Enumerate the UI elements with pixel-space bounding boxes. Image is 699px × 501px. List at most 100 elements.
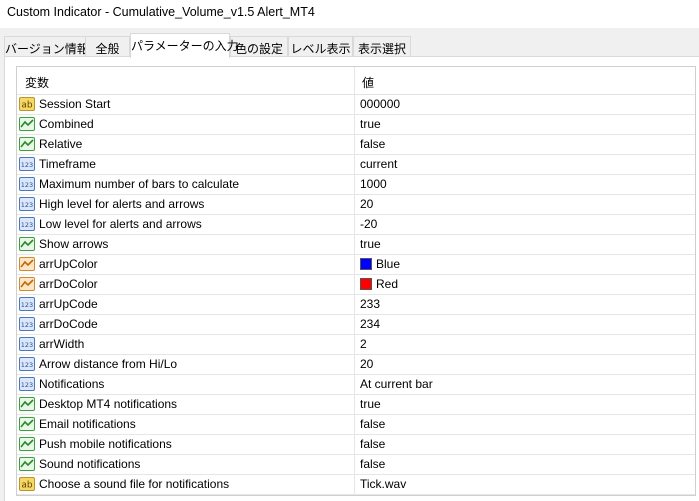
variable-cell[interactable]: 123 Maximum number of bars to calculate	[17, 175, 355, 194]
variable-cell[interactable]: ab Choose a sound file for notifications	[17, 475, 355, 494]
variable-name: Show arrows	[39, 237, 109, 251]
variable-cell[interactable]: Show arrows	[17, 235, 355, 254]
table-row[interactable]: Relative false	[17, 135, 695, 155]
value-text: 234	[360, 317, 381, 331]
table-row[interactable]: Desktop MT4 notifications true	[17, 395, 695, 415]
table-row[interactable]: arrDoColor Red	[17, 275, 695, 295]
header-divider[interactable]	[354, 67, 355, 95]
table-row[interactable]: Email notifications false	[17, 415, 695, 435]
value-cell[interactable]: Blue	[360, 257, 400, 271]
table-row[interactable]: 123 arrUpCode 233	[17, 295, 695, 315]
bool-icon	[19, 436, 35, 452]
variable-name: arrUpCode	[39, 297, 98, 311]
variable-cell[interactable]: Email notifications	[17, 415, 355, 434]
table-row[interactable]: 123 Low level for alerts and arrows -20	[17, 215, 695, 235]
value-cell[interactable]: 234	[360, 317, 380, 331]
value-cell[interactable]: false	[360, 137, 385, 151]
int-123-icon: 123	[19, 356, 35, 372]
header-variable[interactable]: 変数	[25, 74, 49, 91]
variable-name: Session Start	[39, 97, 111, 111]
svg-text:ab: ab	[21, 481, 33, 491]
table-row[interactable]: 123 Timeframe current	[17, 155, 695, 175]
tab-general[interactable]: 全般	[85, 36, 130, 57]
table-row[interactable]: arrUpColor Blue	[17, 255, 695, 275]
header-value[interactable]: 値	[362, 74, 374, 91]
table-row[interactable]: 123 High level for alerts and arrows 20	[17, 195, 695, 215]
tab-levels[interactable]: レベル表示	[288, 36, 353, 57]
value-cell[interactable]: Red	[360, 277, 398, 291]
bool-icon	[19, 416, 35, 432]
value-cell[interactable]: 20	[360, 197, 373, 211]
variable-cell[interactable]: 123 Low level for alerts and arrows	[17, 215, 355, 234]
value-cell[interactable]: true	[360, 117, 381, 131]
parameters-grid: 変数 値 ab Session Start 000000 Combined true Re…	[16, 66, 696, 496]
variable-name: Notifications	[39, 377, 105, 391]
tab-input-parameters[interactable]: パラメーターの入力	[130, 33, 239, 58]
value-cell[interactable]: 20	[360, 357, 373, 371]
table-row[interactable]: 123 arrWidth 2	[17, 335, 695, 355]
table-row[interactable]: Sound notifications false	[17, 455, 695, 475]
variable-cell[interactable]: Desktop MT4 notifications	[17, 395, 355, 414]
value-cell[interactable]: false	[360, 437, 385, 451]
table-row[interactable]: ab Session Start 000000	[17, 95, 695, 115]
variable-cell[interactable]: 123 arrUpCode	[17, 295, 355, 314]
table-row[interactable]: 123 Notifications At current bar	[17, 375, 695, 395]
table-row[interactable]: Show arrows true	[17, 235, 695, 255]
variable-cell[interactable]: 123 Timeframe	[17, 155, 355, 174]
bool-icon	[19, 236, 35, 252]
variable-cell[interactable]: 123 arrDoCode	[17, 315, 355, 334]
value-cell[interactable]: 2	[360, 337, 367, 351]
value-cell[interactable]: 1000	[360, 177, 387, 191]
int-123-icon: 123	[19, 336, 35, 352]
tab-strip: バージョン情報 全般 パラメーターの入力 色の設定 レベル表示 表示選択	[0, 33, 699, 58]
table-row[interactable]: Combined true	[17, 115, 695, 135]
ab-string-icon: ab	[19, 476, 35, 492]
variable-name: Arrow distance from Hi/Lo	[39, 357, 178, 371]
variable-cell[interactable]: ab Session Start	[17, 95, 355, 114]
value-cell[interactable]: 233	[360, 297, 380, 311]
tab-visualization[interactable]: 表示選択	[353, 36, 411, 57]
svg-text:123: 123	[21, 201, 33, 209]
table-row[interactable]: 123 Arrow distance from Hi/Lo 20	[17, 355, 695, 375]
variable-name: Choose a sound file for notifications	[39, 477, 230, 491]
variable-cell[interactable]: 123 Notifications	[17, 375, 355, 394]
ab-string-icon: ab	[19, 96, 35, 112]
table-row[interactable]: Push mobile notifications false	[17, 435, 695, 455]
value-cell[interactable]: false	[360, 417, 385, 431]
int-123-icon: 123	[19, 316, 35, 332]
value-cell[interactable]: current	[360, 157, 397, 171]
value-cell[interactable]: true	[360, 397, 381, 411]
variable-name: arrWidth	[39, 337, 85, 351]
variable-cell[interactable]: arrDoColor	[17, 275, 355, 294]
title-bar: Custom Indicator - Cumulative_Volume_v1.…	[0, 0, 699, 28]
int-123-icon: 123	[19, 196, 35, 212]
value-cell[interactable]: false	[360, 457, 385, 471]
value-text: Tick.wav	[360, 477, 407, 491]
variable-cell[interactable]: Combined	[17, 115, 355, 134]
tab-colors[interactable]: 色の設定	[230, 36, 288, 57]
bool-icon	[19, 136, 35, 152]
variable-cell[interactable]: 123 High level for alerts and arrows	[17, 195, 355, 214]
value-text: true	[360, 237, 381, 251]
variable-name: Relative	[39, 137, 83, 151]
value-cell[interactable]: At current bar	[360, 377, 433, 391]
variable-cell[interactable]: Sound notifications	[17, 455, 355, 474]
value-cell[interactable]: 000000	[360, 97, 400, 111]
value-cell[interactable]: -20	[360, 217, 377, 231]
variable-cell[interactable]: Relative	[17, 135, 355, 154]
value-cell[interactable]: Tick.wav	[360, 477, 406, 491]
table-row[interactable]: ab Choose a sound file for notifications T…	[17, 475, 695, 495]
variable-cell[interactable]: arrUpColor	[17, 255, 355, 274]
svg-text:123: 123	[21, 341, 33, 349]
value-text: 20	[360, 357, 374, 371]
variable-cell[interactable]: 123 Arrow distance from Hi/Lo	[17, 355, 355, 374]
table-row[interactable]: 123 Maximum number of bars to calculate 10…	[17, 175, 695, 195]
value-cell[interactable]: true	[360, 237, 381, 251]
table-row[interactable]: 123 arrDoCode 234	[17, 315, 695, 335]
svg-text:123: 123	[21, 181, 33, 189]
variable-cell[interactable]: Push mobile notifications	[17, 435, 355, 454]
variable-cell[interactable]: 123 arrWidth	[17, 335, 355, 354]
tab-version-info[interactable]: バージョン情報	[4, 36, 89, 57]
svg-text:123: 123	[21, 301, 33, 309]
window-title: Custom Indicator - Cumulative_Volume_v1.…	[7, 5, 315, 19]
